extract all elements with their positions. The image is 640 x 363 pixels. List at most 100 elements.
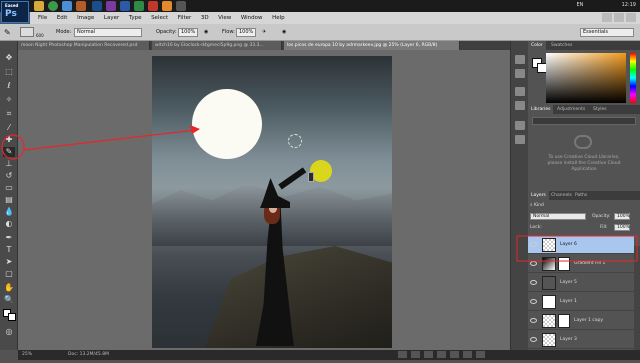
quick-mask-icon[interactable]: ◎ xyxy=(3,327,15,337)
menu-help[interactable]: Help xyxy=(272,12,285,24)
language-indicator[interactable]: EN xyxy=(577,2,584,8)
menu-image[interactable]: Image xyxy=(77,12,94,24)
group-icon[interactable] xyxy=(450,351,459,358)
brush-tool-icon[interactable]: ✎ xyxy=(4,28,11,37)
pressure-size-icon[interactable]: ◉ xyxy=(282,28,286,37)
lasso-tool-icon[interactable]: ℓ xyxy=(3,81,15,91)
quick-select-tool-icon[interactable]: ✧ xyxy=(3,95,15,105)
background-color-swatch[interactable] xyxy=(8,313,16,321)
new-layer-icon[interactable] xyxy=(463,351,472,358)
link-icon[interactable] xyxy=(398,351,407,358)
layer-row[interactable]: Layer 5 xyxy=(528,274,634,292)
fill-input[interactable]: 100% xyxy=(614,224,630,231)
layer-row[interactable]: Layer 3 xyxy=(528,331,634,349)
zoom-tool-icon[interactable]: 🔍 xyxy=(3,295,15,305)
brush-tool-icon[interactable]: ✎ xyxy=(3,147,15,157)
pen-tool-icon[interactable]: ✒ xyxy=(3,233,15,243)
doc-tab-3[interactable]: los picos de europa 10 by adrmarkeev.jpg… xyxy=(284,41,460,50)
menu-edit[interactable]: Edit xyxy=(57,12,68,24)
tab-paths[interactable]: Paths xyxy=(572,191,590,200)
stamp-tool-icon[interactable]: ⊥ xyxy=(3,159,15,169)
eye-icon[interactable] xyxy=(530,242,537,247)
photoshop-taskbar-icon[interactable] xyxy=(92,1,102,11)
doc-tab-2[interactable]: witch16 by Eloclock-d4gmecl5p9g.png @ 33… xyxy=(152,41,282,50)
eyedropper-tool-icon[interactable]: ⁄ xyxy=(3,123,15,133)
shape-tool-icon[interactable]: ▢ xyxy=(3,269,15,279)
blend-mode-select[interactable]: Normal xyxy=(530,213,586,220)
eraser-tool-icon[interactable]: ▭ xyxy=(3,183,15,193)
maximize-button[interactable] xyxy=(614,13,624,22)
menu-select[interactable]: Select xyxy=(151,12,168,24)
healing-tool-icon[interactable]: ✚ xyxy=(3,135,15,145)
app-icon-3[interactable] xyxy=(162,1,172,11)
workspace-select[interactable]: Essentials xyxy=(580,28,634,37)
app-icon[interactable] xyxy=(76,1,86,11)
notepad-icon[interactable] xyxy=(62,1,72,11)
menu-layer[interactable]: Layer xyxy=(104,12,119,24)
menu-type[interactable]: Type xyxy=(129,12,142,24)
path-select-tool-icon[interactable]: ➤ xyxy=(3,257,15,267)
tab-adjustments[interactable]: Adjustments xyxy=(554,105,588,114)
history-panel-icon[interactable] xyxy=(515,55,525,64)
brush-preset-picker[interactable] xyxy=(20,27,34,37)
pressure-opacity-icon[interactable]: ◉ xyxy=(204,28,208,37)
properties-panel-icon[interactable] xyxy=(515,69,525,78)
menu-file[interactable]: File xyxy=(38,12,47,24)
library-select[interactable] xyxy=(532,117,636,125)
clone-source-panel-icon[interactable] xyxy=(515,101,525,110)
clock[interactable]: 12:19 xyxy=(622,2,636,8)
airbrush-icon[interactable]: ✈ xyxy=(262,28,266,37)
document-canvas[interactable] xyxy=(152,56,392,348)
app-icon-2[interactable] xyxy=(148,1,158,11)
mode-select[interactable]: Normal xyxy=(74,28,142,37)
move-tool-icon[interactable]: ✥ xyxy=(3,53,15,63)
layers-scrollbar[interactable] xyxy=(634,246,640,359)
layer-row[interactable]: Layer 1 copy xyxy=(528,312,634,330)
character-panel-icon[interactable] xyxy=(515,121,525,130)
menu-filter[interactable]: Filter xyxy=(178,12,192,24)
hand-tool-icon[interactable]: ✋ xyxy=(3,283,15,293)
excel-icon[interactable] xyxy=(134,1,144,11)
marquee-tool-icon[interactable]: ⬚ xyxy=(3,67,15,77)
fx-icon[interactable] xyxy=(411,351,420,358)
mask-icon[interactable] xyxy=(424,351,433,358)
zoom-level[interactable]: 25% xyxy=(22,350,32,360)
eye-icon[interactable] xyxy=(530,261,537,266)
crop-tool-icon[interactable]: ⌗ xyxy=(3,109,15,119)
menu-view[interactable]: View xyxy=(218,12,231,24)
app-icon-4[interactable] xyxy=(176,1,186,11)
close-button[interactable] xyxy=(626,13,636,22)
layer-row[interactable]: Gradient Fill 1 xyxy=(528,255,634,273)
layer-row[interactable]: Layer 6 xyxy=(528,236,634,254)
doc-tab-1[interactable]: moon Night Photoshop Manipulation Recove… xyxy=(18,41,150,50)
minimize-button[interactable] xyxy=(602,13,612,22)
color-picker-field[interactable] xyxy=(546,53,626,103)
history-brush-icon[interactable]: ↺ xyxy=(3,171,15,181)
menu-window[interactable]: Window xyxy=(241,12,263,24)
blur-tool-icon[interactable]: 💧 xyxy=(3,207,15,217)
paragraph-panel-icon[interactable] xyxy=(515,135,525,144)
chrome-icon[interactable] xyxy=(48,1,58,11)
eye-icon[interactable] xyxy=(530,318,537,323)
tab-libraries[interactable]: Libraries xyxy=(528,105,554,114)
tab-color[interactable]: Color xyxy=(528,41,546,50)
type-tool-icon[interactable]: T xyxy=(3,245,15,255)
tab-styles[interactable]: Styles xyxy=(590,105,610,114)
tab-swatches[interactable]: Swatches xyxy=(548,41,576,50)
layer-opacity-input[interactable]: 100% xyxy=(614,213,630,220)
gradient-tool-icon[interactable]: ▤ xyxy=(3,195,15,205)
trash-icon[interactable] xyxy=(476,351,485,358)
folder-icon[interactable] xyxy=(34,1,44,11)
tab-channels[interactable]: Channels xyxy=(548,191,575,200)
eye-icon[interactable] xyxy=(530,299,537,304)
flow-input[interactable]: 100% xyxy=(236,28,256,37)
opacity-input[interactable]: 100% xyxy=(178,28,198,37)
dodge-tool-icon[interactable]: ◐ xyxy=(3,219,15,229)
word-icon[interactable] xyxy=(120,1,130,11)
menu-3d[interactable]: 3D xyxy=(201,12,209,24)
brush-panel-icon[interactable] xyxy=(515,87,525,96)
hue-slider[interactable] xyxy=(630,53,636,103)
media-icon[interactable] xyxy=(106,1,116,11)
adjustment-icon[interactable] xyxy=(437,351,446,358)
eye-icon[interactable] xyxy=(530,280,537,285)
